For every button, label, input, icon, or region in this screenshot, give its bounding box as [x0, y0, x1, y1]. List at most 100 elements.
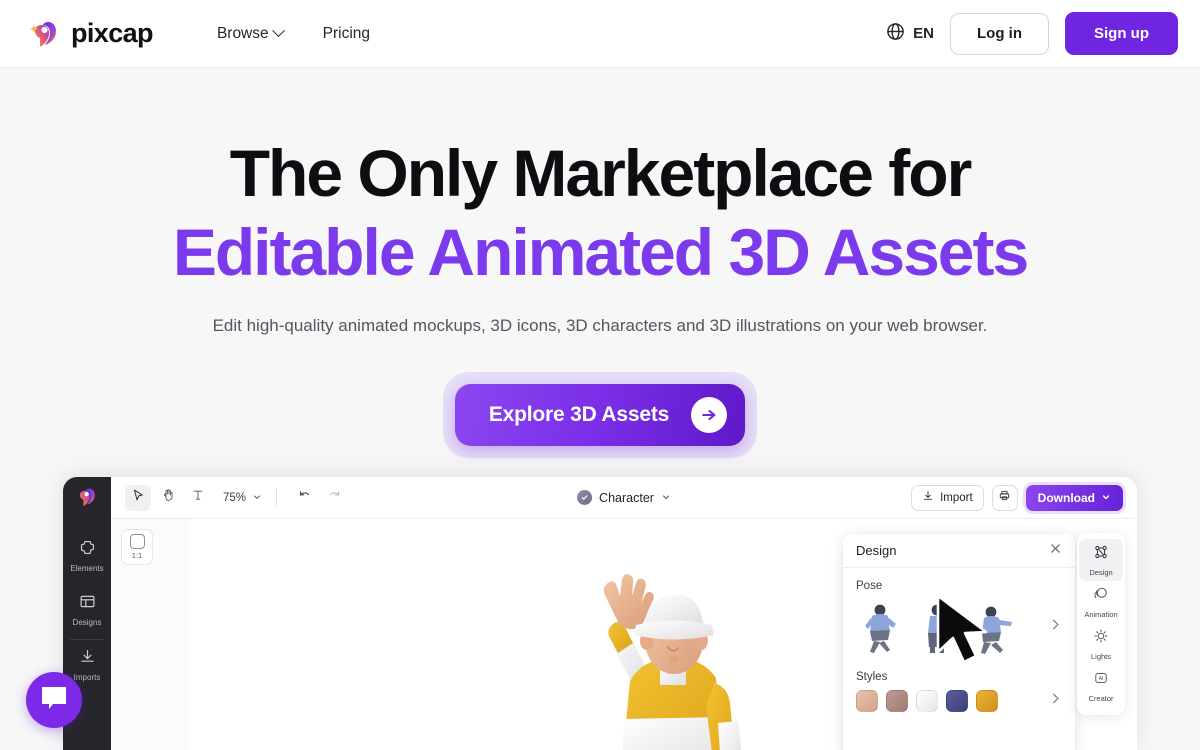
- design-panel-header: Design: [843, 534, 1075, 568]
- text-t-icon: [191, 488, 205, 507]
- login-button[interactable]: Log in: [950, 12, 1049, 55]
- rail-divider: [70, 639, 104, 640]
- nav-item-browse[interactable]: Browse: [216, 24, 285, 43]
- editor-main: 75% Character Import Download 1:1 Design…: [111, 477, 1137, 750]
- import-label: Import: [940, 491, 973, 504]
- chat-bubble-icon: [40, 685, 68, 716]
- editor-right-rail: Design Animation Lights AI Creator: [1077, 533, 1125, 715]
- arrow-right-icon: [691, 397, 728, 434]
- sidebar-imports-label: Imports: [73, 673, 101, 682]
- ai-creator-icon: AI: [1093, 670, 1109, 691]
- style-swatch[interactable]: [886, 690, 908, 712]
- style-swatch[interactable]: [946, 690, 968, 712]
- import-download-icon: [922, 490, 934, 505]
- redo-icon: [327, 488, 342, 508]
- animation-sphere-icon: [1093, 586, 1109, 607]
- square-ratio-icon: [129, 534, 145, 549]
- tab-animation[interactable]: Animation: [1079, 581, 1123, 623]
- chevron-down-icon: [271, 24, 285, 38]
- style-swatch-row: [856, 690, 1062, 712]
- pose-section: Pose: [843, 568, 1075, 655]
- sidebar-designs-label: Designs: [72, 618, 102, 627]
- elements-icon: [79, 539, 96, 561]
- style-swatch[interactable]: [856, 690, 878, 712]
- download-button[interactable]: Download: [1025, 484, 1123, 511]
- editor-toolbar: 75% Character Import Download: [111, 477, 1137, 519]
- cta-halo: Explore 3D Assets: [442, 372, 758, 459]
- design-nodes-icon: [1093, 544, 1109, 565]
- chevron-down-icon: [1101, 491, 1111, 505]
- import-button[interactable]: Import: [911, 484, 984, 511]
- pose-thumbnail-row: [856, 599, 1062, 655]
- document-name-dropdown[interactable]: Character: [577, 489, 671, 507]
- pixcap-logo-icon: [28, 17, 62, 51]
- styles-section-title: Styles: [856, 671, 888, 683]
- signup-button[interactable]: Sign up: [1065, 12, 1178, 55]
- editor-body: 1:1 Design Pose Styles Design Animation …: [111, 519, 1137, 750]
- undo-button[interactable]: [291, 485, 317, 511]
- chevron-down-icon: [661, 489, 671, 507]
- editor-toolbar-actions: Import Download: [911, 484, 1123, 511]
- cursor-tool[interactable]: [125, 484, 151, 511]
- tab-creator[interactable]: AI Creator: [1079, 665, 1123, 707]
- sidebar-item-elements[interactable]: Elements: [63, 533, 111, 579]
- redo-button[interactable]: [321, 485, 347, 511]
- print-button[interactable]: [991, 484, 1018, 511]
- aspect-ratio-1-1[interactable]: 1:1: [121, 529, 153, 565]
- design-panel-title: Design: [856, 543, 897, 558]
- tab-lights-label: Lights: [1090, 652, 1111, 661]
- language-label: EN: [913, 25, 934, 42]
- hand-tool[interactable]: [155, 485, 181, 511]
- cursor-arrow-icon: [131, 488, 145, 507]
- zoom-level-value: 75%: [223, 491, 247, 504]
- tab-lights[interactable]: Lights: [1079, 623, 1123, 665]
- globe-icon: [886, 22, 905, 46]
- tab-animation-label: Animation: [1084, 610, 1118, 619]
- brand-name: pixcap: [71, 18, 154, 48]
- header-actions: EN Log in Sign up: [886, 12, 1178, 55]
- editor-canvas[interactable]: Design Pose Styles Design Animation Ligh…: [189, 519, 1137, 750]
- hero-section: The Only Marketplace for Editable Animat…: [0, 68, 1200, 459]
- toolbar-divider: [276, 489, 278, 506]
- chat-widget-button[interactable]: [26, 672, 82, 728]
- aspect-ratio-label: 1:1: [131, 551, 143, 560]
- character-doc-icon: [577, 490, 593, 505]
- pose-section-title: Pose: [856, 580, 883, 592]
- chevron-right-icon[interactable]: [1049, 618, 1062, 636]
- pose-thumbnail[interactable]: [970, 599, 1018, 655]
- hand-icon: [161, 488, 175, 507]
- designs-icon: [79, 593, 96, 615]
- chevron-down-icon: [252, 489, 262, 507]
- pixcap-logo-icon: [75, 485, 99, 509]
- brand-logo-link[interactable]: pixcap: [28, 17, 154, 51]
- tab-creator-label: Creator: [1088, 694, 1114, 703]
- tab-design-label: Design: [1089, 568, 1113, 577]
- pose-thumbnail[interactable]: [913, 599, 961, 655]
- download-label: Download: [1037, 490, 1095, 505]
- print-icon: [998, 489, 1011, 507]
- sidebar-elements-label: Elements: [70, 564, 104, 573]
- nav-item-pricing[interactable]: Pricing: [323, 25, 370, 43]
- sidebar-item-designs[interactable]: Designs: [63, 587, 111, 633]
- tab-design[interactable]: Design: [1079, 539, 1123, 581]
- zoom-level-dropdown[interactable]: 75%: [223, 489, 262, 507]
- text-tool[interactable]: [185, 485, 211, 511]
- nav-pricing-label: Pricing: [322, 24, 371, 42]
- style-swatch[interactable]: [916, 690, 938, 712]
- nav-browse-label: Browse: [216, 24, 269, 42]
- style-swatch[interactable]: [976, 690, 998, 712]
- document-name: Character: [599, 490, 654, 505]
- pose-thumbnail[interactable]: [856, 599, 904, 655]
- chevron-right-icon[interactable]: [1049, 692, 1062, 710]
- 3d-character-waving: [548, 563, 778, 750]
- imports-download-icon: [79, 648, 96, 670]
- close-x-icon[interactable]: [1049, 542, 1062, 560]
- cta-label: Explore 3D Assets: [488, 403, 670, 427]
- hero-subtitle: Edit high-quality animated mockups, 3D i…: [212, 316, 988, 336]
- explore-3d-assets-button[interactable]: Explore 3D Assets: [454, 384, 746, 447]
- language-selector[interactable]: EN: [886, 22, 934, 46]
- editor-ratio-strip: 1:1: [111, 519, 189, 750]
- styles-section: Styles: [843, 655, 1075, 712]
- main-nav: Browse Pricing: [216, 24, 370, 43]
- site-header: pixcap Browse Pricing EN Log in Sign up: [0, 0, 1200, 68]
